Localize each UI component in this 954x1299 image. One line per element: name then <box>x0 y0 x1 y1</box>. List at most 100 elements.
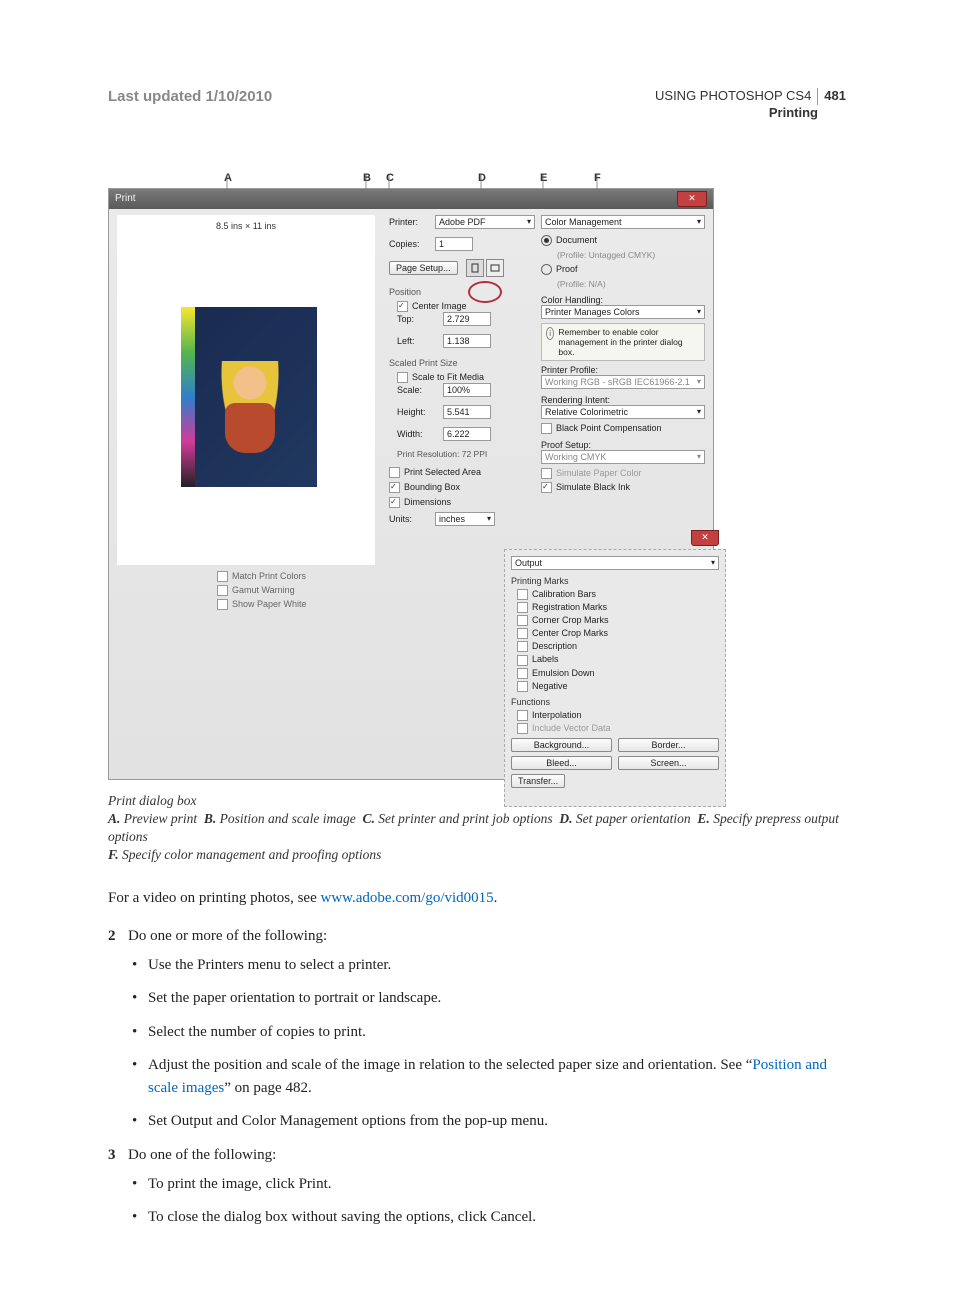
show-paper-white-checkbox[interactable]: Show Paper White <box>217 599 307 610</box>
preview-display-options: Match Print Colors Gamut Warning Show Pa… <box>217 571 307 613</box>
section-name: Printing <box>655 105 818 122</box>
paper-dimensions: 8.5 ins × 11 ins <box>117 221 375 231</box>
scale-input[interactable]: 100% <box>443 383 491 397</box>
emulsion-checkbox[interactable]: Emulsion Down <box>517 668 719 679</box>
marker-a: A <box>224 172 232 184</box>
print-settings-column: Printer: Adobe PDF Copies: 1 Page Setup.… <box>389 215 535 535</box>
scaled-size-label: Scaled Print Size <box>389 358 535 368</box>
calibration-bars-checkbox[interactable]: Calibration Bars <box>517 589 719 600</box>
screen-button[interactable]: Screen... <box>618 756 719 770</box>
caption-title: Print dialog box <box>108 793 197 808</box>
bleed-button[interactable]: Bleed... <box>511 756 612 770</box>
document-profile: (Profile: Untagged CMYK) <box>557 250 705 260</box>
functions-label: Functions <box>511 697 719 707</box>
bullet-orientation: Set the paper orientation to portrait or… <box>128 987 846 1010</box>
video-paragraph: For a video on printing photos, see www.… <box>108 887 846 910</box>
step-2: 2Do one or more of the following: Use th… <box>108 925 846 1134</box>
negative-checkbox[interactable]: Negative <box>517 681 719 692</box>
step-3: 3Do one of the following: To print the i… <box>108 1144 846 1230</box>
rendering-intent-dropdown[interactable]: Relative Colorimetric <box>541 405 705 419</box>
page-number: 481 <box>817 88 846 105</box>
document-radio[interactable]: Document <box>541 235 705 246</box>
figure-caption: Print dialog box A. Preview print B. Pos… <box>108 792 846 865</box>
units-dropdown[interactable]: inches <box>435 512 495 526</box>
header-right: USING PHOTOSHOP CS4 481 Printing <box>655 88 846 122</box>
print-preview-area: 8.5 ins × 11 ins <box>117 215 375 565</box>
dimensions-checkbox[interactable]: Dimensions <box>389 497 535 508</box>
copies-label: Copies: <box>389 239 431 249</box>
position-section-label: Position <box>389 287 535 297</box>
portrait-button[interactable] <box>466 259 484 277</box>
color-hint: i Remember to enable color management in… <box>541 323 705 361</box>
background-button[interactable]: Background... <box>511 738 612 752</box>
interpolation-checkbox[interactable]: Interpolation <box>517 710 719 721</box>
color-management-column: Color Management Document (Profile: Unta… <box>541 215 705 494</box>
orientation-buttons <box>466 259 504 277</box>
bullet-copies: Select the number of copies to print. <box>128 1021 846 1044</box>
border-button[interactable]: Border... <box>618 738 719 752</box>
print-dialog-screenshot: Print ✕ 8.5 ins × 11 ins Match Print Col… <box>108 188 714 780</box>
body-text: For a video on printing photos, see www.… <box>108 887 846 1230</box>
output-mode-dropdown[interactable]: Output <box>511 556 719 570</box>
dialog-titlebar: Print ✕ <box>109 189 713 209</box>
printing-marks-label: Printing Marks <box>511 576 719 586</box>
copies-input[interactable]: 1 <box>435 237 473 251</box>
height-input[interactable]: 5.541 <box>443 405 491 419</box>
last-updated: Last updated 1/10/2010 <box>108 88 272 105</box>
output-panel: ✕ Output Printing Marks Calibration Bars… <box>504 549 726 807</box>
simulate-paper-checkbox[interactable]: Simulate Paper Color <box>541 468 705 479</box>
page-header: Last updated 1/10/2010 USING PHOTOSHOP C… <box>108 88 846 122</box>
center-crop-checkbox[interactable]: Center Crop Marks <box>517 628 719 639</box>
printer-profile-label: Printer Profile: <box>541 365 705 375</box>
top-input[interactable]: 2.729 <box>443 312 491 326</box>
simulate-black-checkbox[interactable]: Simulate Black Ink <box>541 482 705 493</box>
scale-to-fit-checkbox[interactable]: Scale to Fit Media <box>397 372 535 383</box>
marker-d: D <box>478 172 486 184</box>
marker-b: B <box>363 172 371 184</box>
marker-f: F <box>594 172 601 184</box>
description-checkbox[interactable]: Description <box>517 641 719 652</box>
bullet-cancel: To close the dialog box without saving t… <box>128 1206 846 1229</box>
close-icon[interactable]: ✕ <box>677 191 707 207</box>
output-close-icon[interactable]: ✕ <box>691 530 719 546</box>
bpc-checkbox[interactable]: Black Point Compensation <box>541 423 705 434</box>
vector-checkbox[interactable]: Include Vector Data <box>517 723 719 734</box>
corner-crop-checkbox[interactable]: Corner Crop Marks <box>517 615 719 626</box>
preview-image <box>181 307 317 487</box>
marker-row: A B C D E F <box>108 172 846 188</box>
landscape-button[interactable] <box>486 259 504 277</box>
proof-radio[interactable]: Proof <box>541 264 705 275</box>
doc-title: USING PHOTOSHOP CS4 <box>655 88 811 105</box>
bounding-box-checkbox[interactable]: Bounding Box <box>389 482 535 493</box>
info-icon: i <box>546 327 554 340</box>
proof-profile: (Profile: N/A) <box>557 279 705 289</box>
video-link[interactable]: www.adobe.com/go/vid0015 <box>320 890 493 906</box>
labels-checkbox[interactable]: Labels <box>517 654 719 665</box>
rendering-intent-label: Rendering Intent: <box>541 395 705 405</box>
bullet-position-scale: Adjust the position and scale of the ima… <box>128 1054 846 1101</box>
printer-profile-dropdown[interactable]: Working RGB - sRGB IEC61966-2.1 <box>541 375 705 389</box>
marker-e: E <box>540 172 547 184</box>
printer-dropdown[interactable]: Adobe PDF <box>435 215 535 229</box>
figure: A B C D E F Print ✕ <box>108 172 846 865</box>
panel-mode-dropdown[interactable]: Color Management <box>541 215 705 229</box>
center-image-checkbox[interactable]: Center Image <box>397 301 535 312</box>
bullet-print: To print the image, click Print. <box>128 1173 846 1196</box>
transfer-button[interactable]: Transfer... <box>511 774 565 788</box>
gamut-warning-checkbox[interactable]: Gamut Warning <box>217 585 307 596</box>
proof-setup-label: Proof Setup: <box>541 440 705 450</box>
color-handling-dropdown[interactable]: Printer Manages Colors <box>541 305 705 319</box>
printer-label: Printer: <box>389 217 431 227</box>
match-print-colors-checkbox[interactable]: Match Print Colors <box>217 571 307 582</box>
print-selected-checkbox[interactable]: Print Selected Area <box>389 467 535 478</box>
color-handling-label: Color Handling: <box>541 295 705 305</box>
bullet-output-cm: Set Output and Color Management options … <box>128 1110 846 1133</box>
left-input[interactable]: 1.138 <box>443 334 491 348</box>
bullet-printers: Use the Printers menu to select a printe… <box>128 954 846 977</box>
registration-marks-checkbox[interactable]: Registration Marks <box>517 602 719 613</box>
marker-c: C <box>386 172 394 184</box>
proof-setup-dropdown[interactable]: Working CMYK <box>541 450 705 464</box>
width-input[interactable]: 6.222 <box>443 427 491 441</box>
page-setup-button[interactable]: Page Setup... <box>389 261 458 275</box>
window-title: Print <box>115 193 136 204</box>
